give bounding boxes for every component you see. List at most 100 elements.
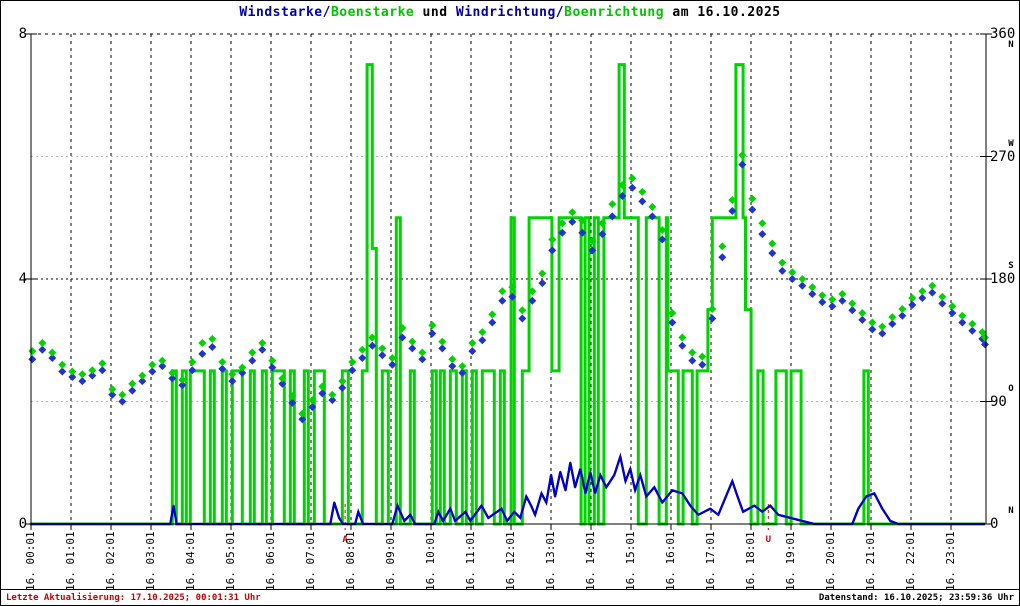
direction-point (718, 242, 727, 251)
direction-point (418, 355, 427, 364)
direction-point (148, 360, 157, 369)
right-axis-label: 270 (990, 148, 1016, 165)
direction-point (458, 362, 467, 371)
left-axis-label: 8 (18, 26, 27, 42)
direction-point (58, 360, 67, 369)
direction-point (208, 343, 217, 352)
x-axis-label: 16. 20:01 (824, 531, 837, 591)
direction-point (98, 359, 107, 368)
direction-point (358, 353, 367, 362)
direction-point (438, 337, 447, 346)
direction-point (958, 311, 967, 320)
direction-point (758, 230, 767, 239)
direction-point (118, 390, 127, 399)
direction-point (788, 275, 797, 283)
direction-point (48, 348, 57, 357)
direction-point (258, 338, 267, 347)
direction-point (518, 306, 527, 315)
direction-point (338, 377, 347, 386)
x-axis-label: 16. 15:01 (624, 531, 637, 591)
direction-point (28, 355, 37, 364)
compass-letter: W (1008, 138, 1014, 149)
direction-point (708, 304, 717, 313)
direction-point (648, 202, 657, 211)
direction-point (28, 347, 37, 356)
direction-point (158, 356, 167, 365)
direction-point (268, 356, 277, 365)
direction-point (668, 309, 677, 318)
direction-point (898, 304, 907, 313)
direction-point (848, 306, 857, 315)
right-axis-label: 0 (990, 516, 999, 532)
direction-point (518, 314, 527, 323)
x-axis-label: 16. 14:01 (584, 531, 597, 591)
direction-point (608, 200, 617, 209)
direction-point (768, 249, 777, 258)
direction-point (258, 345, 267, 354)
direction-point (848, 299, 857, 308)
direction-point (198, 349, 207, 358)
direction-point (878, 329, 887, 338)
direction-point (808, 289, 817, 298)
compass-letter: S (1008, 261, 1014, 271)
direction-point (248, 356, 257, 365)
compass-letter: N (1008, 506, 1014, 516)
direction-point (128, 386, 137, 395)
direction-point (468, 347, 477, 356)
direction-point (498, 296, 507, 305)
direction-point (408, 344, 417, 353)
direction-point (408, 337, 417, 346)
direction-point (58, 367, 67, 376)
direction-point (638, 197, 647, 206)
direction-point (948, 309, 957, 318)
footer-divider (1, 589, 1019, 590)
direction-point (928, 281, 937, 290)
direction-point (108, 385, 117, 394)
direction-point (708, 314, 717, 323)
left-axis-label: 0 (18, 516, 27, 532)
footer-last-update: Letzte Aktualisierung: 17.10.2025; 00:01… (6, 593, 261, 603)
direction-point (678, 341, 687, 350)
direction-point (638, 187, 647, 196)
direction-point (748, 205, 757, 214)
direction-point (488, 310, 497, 319)
direction-point (38, 338, 47, 347)
direction-point (438, 344, 447, 353)
x-axis-label: 16. 17:01 (704, 531, 717, 591)
direction-point (818, 298, 827, 307)
direction-point (858, 315, 867, 324)
direction-point (718, 253, 727, 262)
direction-point (78, 370, 87, 379)
direction-point (958, 318, 967, 327)
direction-point (838, 296, 847, 305)
direction-point (98, 366, 107, 375)
direction-point (218, 358, 227, 367)
direction-point (938, 299, 947, 308)
direction-point (948, 302, 957, 311)
x-axis-label: 16. 22:01 (904, 531, 917, 591)
direction-point (768, 239, 777, 248)
x-axis-label: 16. 13:01 (544, 531, 557, 591)
direction-point (148, 367, 157, 376)
direction-point (68, 367, 77, 376)
direction-point (248, 348, 257, 357)
direction-point (338, 383, 347, 392)
direction-point (898, 311, 907, 320)
x-axis-label: 16. 18:01 (744, 531, 757, 591)
direction-point (778, 258, 787, 267)
direction-point (818, 291, 827, 300)
x-axis-label: 16. 16:01 (664, 531, 677, 591)
direction-point (788, 268, 797, 277)
direction-point (118, 397, 127, 406)
direction-point (568, 208, 577, 217)
x-axis-label: 16. 09:01 (384, 531, 397, 591)
x-axis-label: 16. 02:01 (104, 531, 117, 591)
direction-point (688, 356, 697, 365)
direction-point (448, 362, 457, 371)
direction-point (758, 219, 767, 228)
direction-point (228, 377, 237, 386)
direction-point (968, 319, 977, 328)
direction-point (738, 160, 747, 169)
direction-point (88, 366, 97, 375)
weather-chart-page: Windstarke/Boenstarke und Windrichtung/B… (0, 0, 1020, 606)
